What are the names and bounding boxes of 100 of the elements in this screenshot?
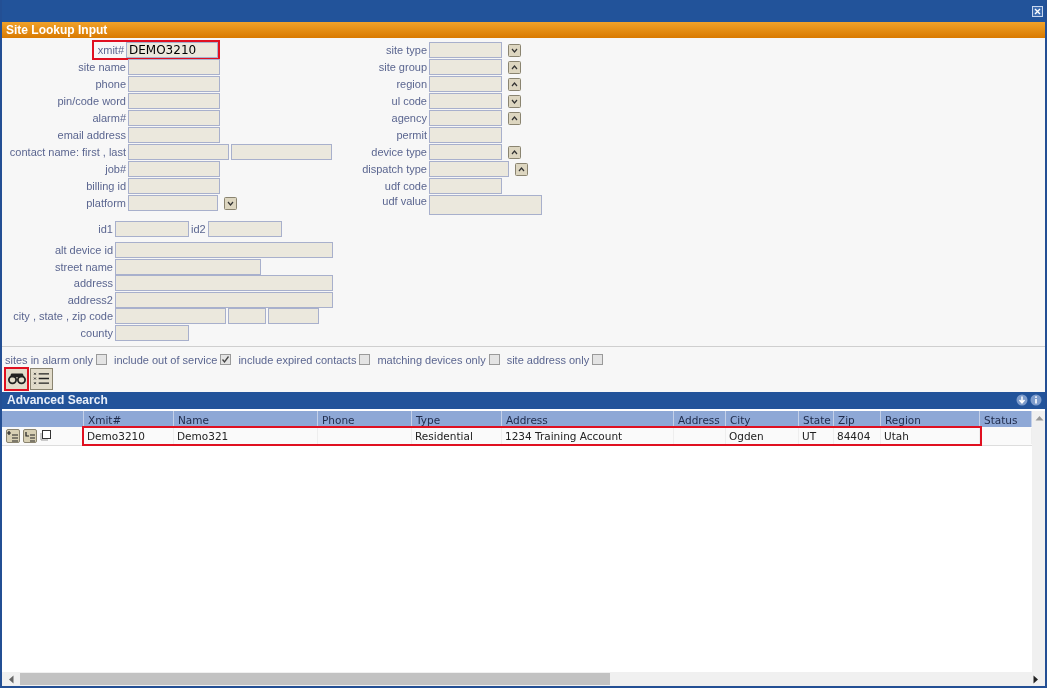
input-field[interactable] [128,110,220,126]
field-label: permit [395,129,427,141]
input-field[interactable] [115,275,333,291]
field-label: id2 [191,223,206,235]
input-field[interactable] [128,195,218,211]
input-field[interactable] [429,161,509,177]
info-icon[interactable] [1030,394,1042,406]
caret-down-icon[interactable] [224,196,237,210]
input-field[interactable] [128,178,220,194]
table-cell: Ogden [726,427,799,444]
field-label: device type [370,146,427,158]
field-label: phone [94,78,126,90]
table-cell: 1234 Training Account [502,427,674,444]
field-label: xmit# [96,44,124,56]
field-label: site type [385,44,427,56]
input-field[interactable] [128,161,220,177]
field-label: county [79,326,113,339]
field-label: job# [104,163,126,175]
input-field[interactable] [429,127,502,143]
caret-up-icon[interactable] [508,60,521,74]
scroll-right-icon[interactable] [1033,674,1039,684]
input-field[interactable] [115,324,189,341]
checkbox[interactable] [592,354,604,365]
input-field[interactable] [207,221,282,237]
column-header[interactable]: Region [881,410,980,427]
input-field[interactable] [429,178,502,194]
checkbox[interactable] [220,354,232,365]
field-label: address [72,277,113,289]
vertical-scrollbar[interactable] [1032,410,1045,672]
field-label: alt device id [53,244,113,256]
column-header[interactable]: City [726,410,799,427]
input-field[interactable] [128,93,220,109]
input-field[interactable] [128,59,220,75]
column-header[interactable]: Address [674,410,726,427]
checkbox[interactable] [488,354,500,365]
field-label: site group [377,61,427,73]
table-cell: 84404 [834,427,881,444]
option-label: include expired contacts [238,353,357,366]
column-header[interactable]: Type [412,410,502,427]
input-field[interactable] [429,110,502,126]
input-field[interactable] [128,127,220,143]
window-icon[interactable] [40,430,51,441]
scroll-left-icon[interactable] [8,674,14,684]
input-field[interactable] [115,291,333,308]
input-field[interactable] [128,144,229,160]
input-field[interactable] [429,93,502,109]
horizontal-scrollbar[interactable] [2,672,1045,686]
column-header[interactable]: Phone [318,410,412,427]
input-field[interactable] [429,144,502,160]
field-label: contact name: first , last [8,146,126,158]
list-return-icon[interactable] [23,428,37,443]
results-title: Advanced Search [7,393,108,407]
caret-up-icon[interactable] [508,111,521,125]
scroll-up-icon[interactable] [1035,414,1044,421]
column-header[interactable]: Name [174,410,318,427]
table-cell: Demo321 [174,427,318,444]
caret-up-icon[interactable] [515,162,528,176]
caret-down-icon[interactable] [508,94,521,108]
checkbox[interactable] [96,354,108,365]
input-field[interactable] [115,258,261,275]
table-cell: UT [799,427,834,444]
close-icon[interactable] [1032,5,1043,17]
option-label: matching devices only [377,353,486,366]
caret-down-icon[interactable] [508,43,521,57]
caret-up-icon[interactable] [508,77,521,91]
input-field[interactable] [429,59,502,75]
field-label: ul code [390,95,427,107]
download-icon[interactable] [1016,394,1028,406]
input-field[interactable] [231,144,332,160]
field-label: udf value [381,195,427,207]
table-cell: Utah [881,427,980,444]
input-field[interactable] [115,242,333,258]
input-field[interactable] [268,308,319,324]
field-label: id1 [97,223,113,235]
input-field[interactable] [228,308,266,324]
field-label: email address [56,129,126,141]
input-field[interactable] [429,195,542,215]
list-button[interactable] [30,367,53,390]
input-field[interactable] [115,308,226,324]
input-field[interactable] [429,76,502,92]
column-header[interactable]: Xmit# [84,410,174,427]
binoculars-button[interactable] [5,367,28,390]
input-field[interactable] [128,76,220,92]
field-label: platform [85,197,126,209]
input-field[interactable] [115,221,189,237]
column-header[interactable]: State [799,410,834,427]
checkbox[interactable] [359,354,371,365]
table-cell: Residential [412,427,502,444]
field-label: alarm# [91,112,126,124]
field-label: agency [390,112,427,124]
add-list-icon[interactable] [6,428,20,443]
input-field[interactable]: DEMO3210 [126,42,218,58]
option-label: site address only [506,353,590,366]
option-label: sites in alarm only [5,353,94,366]
field-label: street name [53,260,113,273]
input-field[interactable] [429,42,502,58]
column-header[interactable]: Zip [834,410,881,427]
caret-up-icon[interactable] [508,145,521,159]
column-header[interactable]: Address [502,410,674,427]
table-cell: Demo3210 [84,427,174,444]
